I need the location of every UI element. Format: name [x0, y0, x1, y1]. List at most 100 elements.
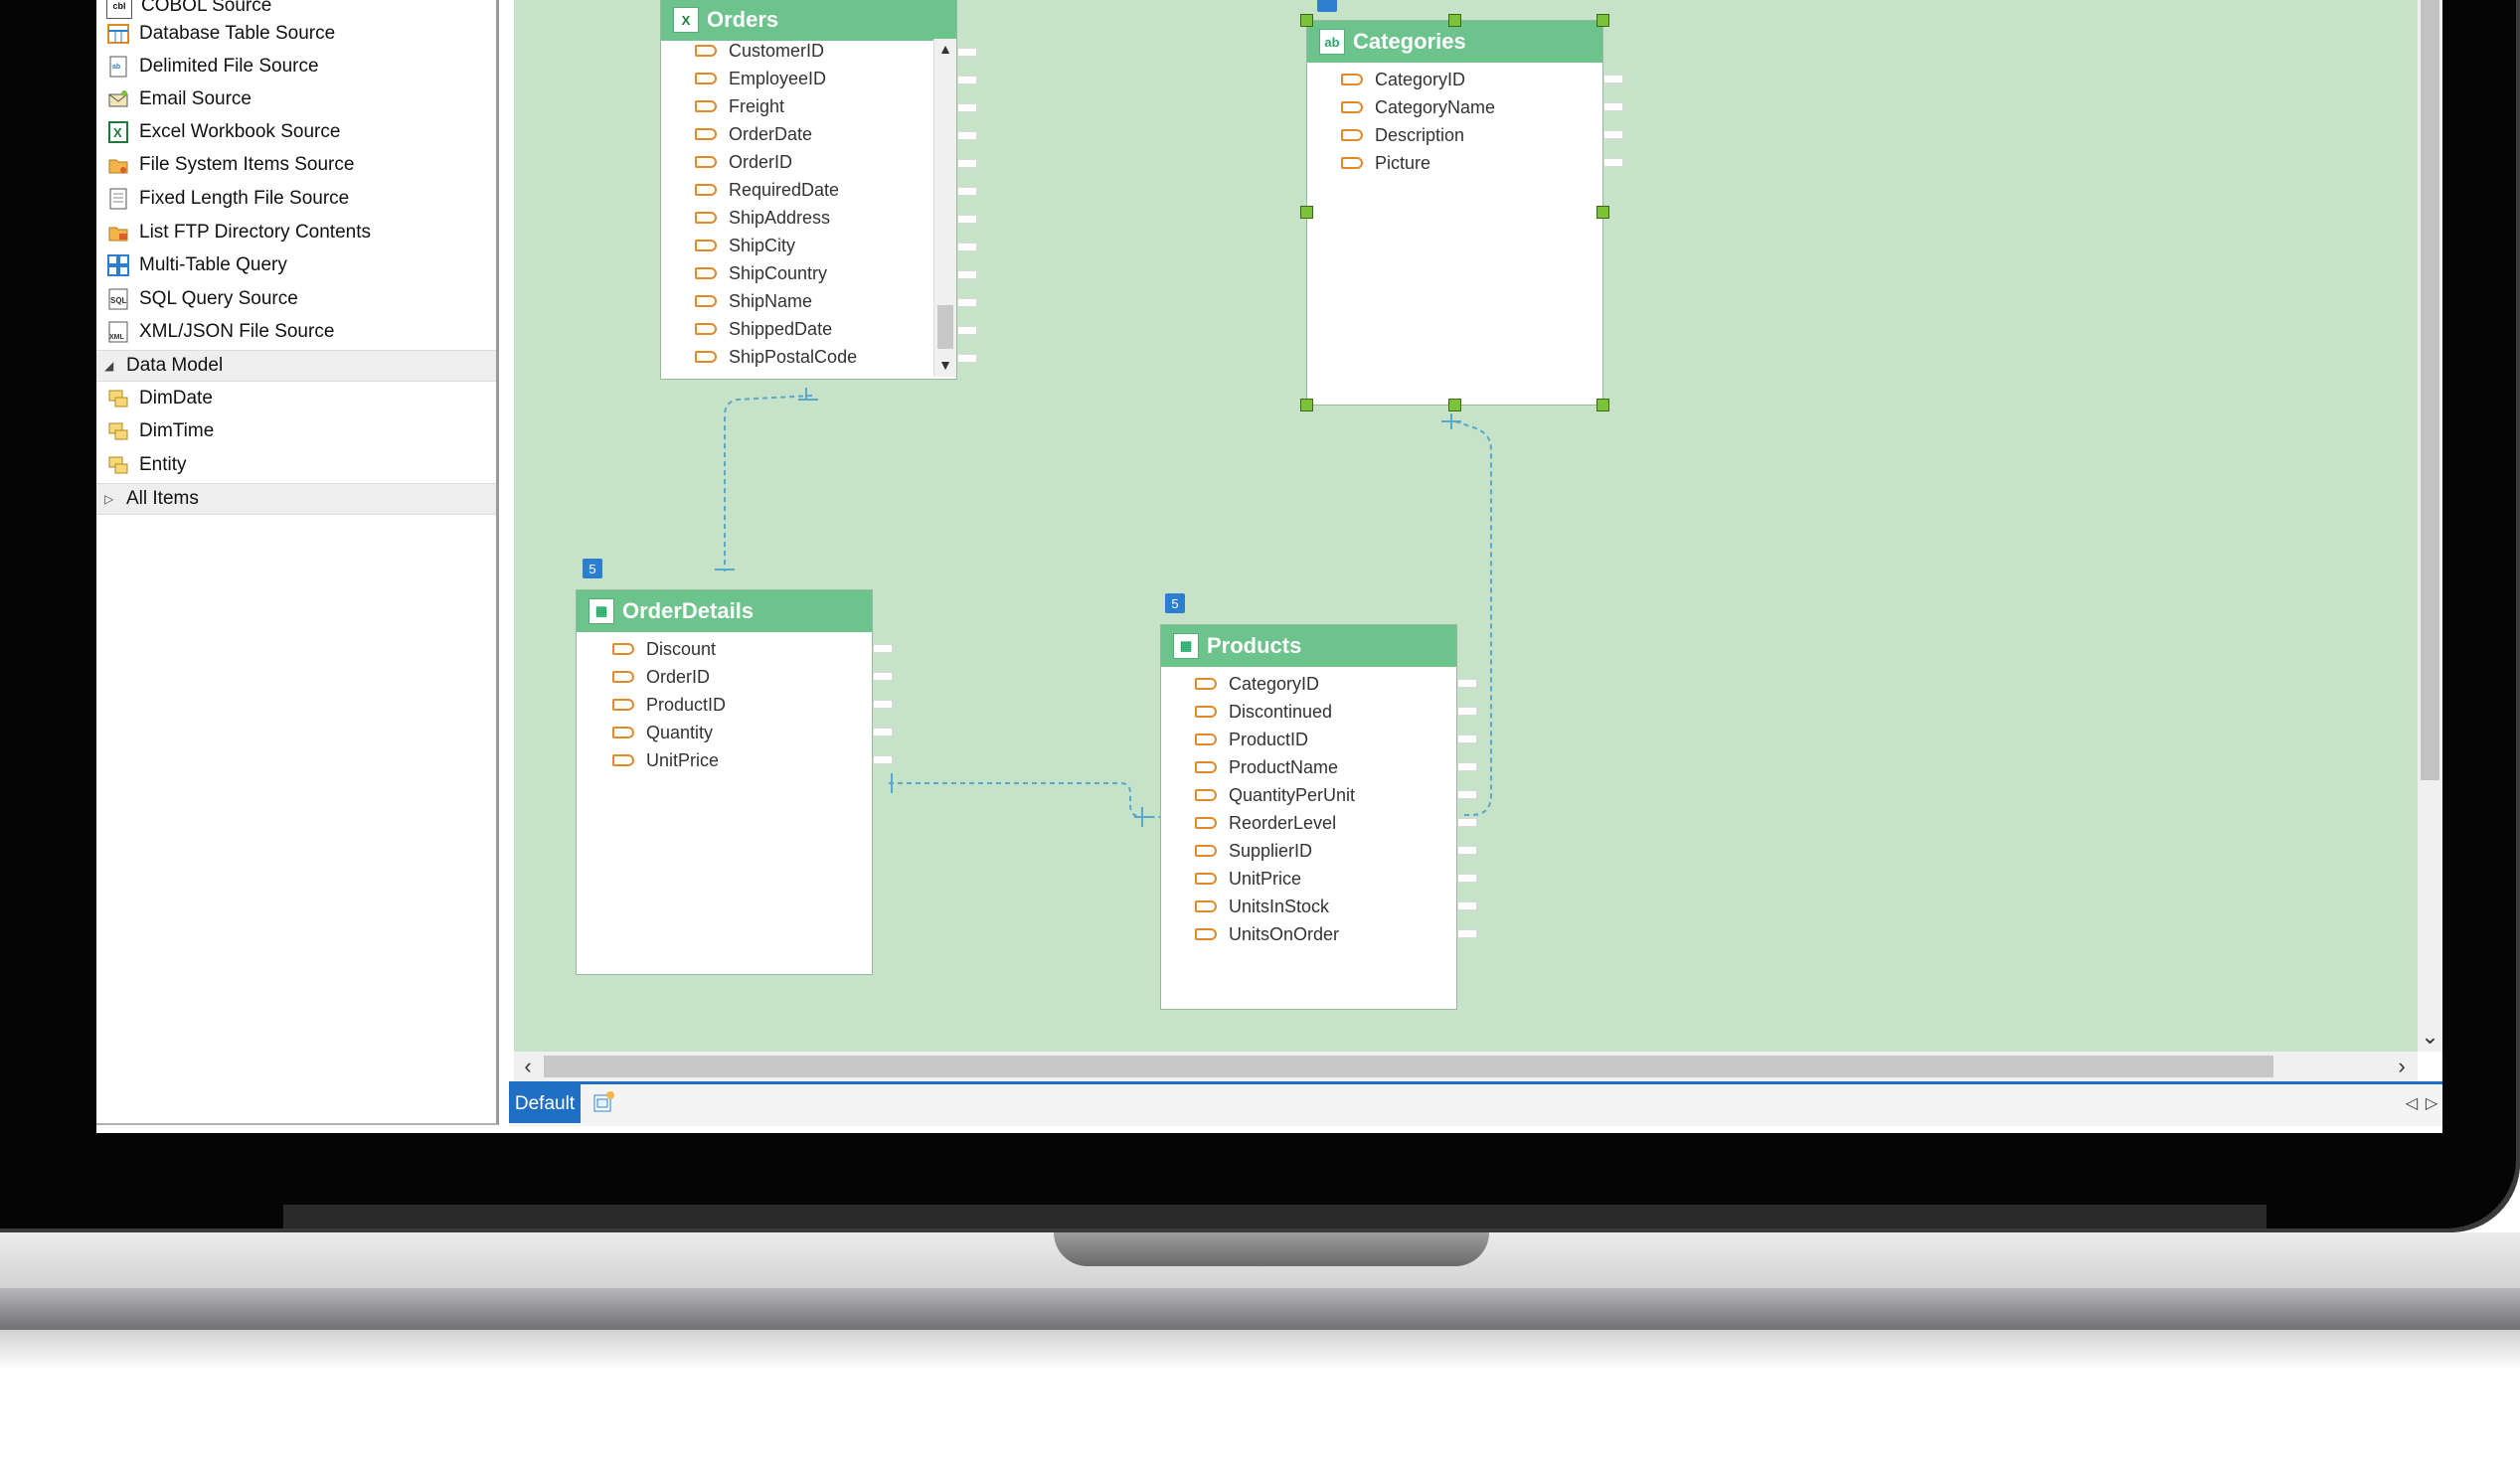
entity-field[interactable]: RequiredDate	[661, 176, 839, 204]
field-port[interactable]	[957, 48, 977, 57]
field-port[interactable]	[957, 270, 977, 279]
field-icon	[1195, 928, 1217, 940]
field-port[interactable]	[873, 672, 893, 681]
field-name: ShipName	[729, 290, 813, 311]
entity-header[interactable]: ab Categories	[1307, 21, 1602, 63]
entity-field[interactable]: CategoryID	[1161, 670, 1319, 698]
entity-field[interactable]: ShipCountry	[661, 259, 827, 287]
field-port[interactable]	[957, 131, 977, 140]
field-name: RequiredDate	[729, 179, 840, 200]
entity-field[interactable]: Quantity	[577, 719, 713, 746]
field-port[interactable]	[1457, 762, 1477, 771]
tab-scroll-left-icon[interactable]: ◁	[2403, 1089, 2421, 1117]
resize-handle[interactable]	[1596, 399, 1609, 411]
field-port[interactable]	[873, 728, 893, 736]
entity-field[interactable]: ProductID	[577, 691, 726, 719]
scroll-down-arrow-icon[interactable]: ▼	[934, 355, 956, 375]
entity-field[interactable]: UnitPrice	[1161, 865, 1301, 893]
scroll-left-chevron-icon[interactable]: ‹	[514, 1052, 542, 1081]
entity-header[interactable]: ▦ OrderDetails	[577, 590, 872, 632]
entity-field[interactable]: ReorderLevel	[1161, 809, 1336, 837]
field-port[interactable]	[957, 243, 977, 251]
entity-field[interactable]: UnitsInStock	[1161, 893, 1329, 920]
horizontal-scroll-thumb[interactable]	[544, 1056, 2273, 1077]
resize-handle[interactable]	[1448, 14, 1461, 27]
field-port[interactable]	[957, 326, 977, 335]
relation-categories-products	[1454, 420, 1492, 816]
field-port[interactable]	[1457, 790, 1477, 799]
add-diagram-icon[interactable]	[591, 1089, 617, 1115]
entity-field[interactable]: Picture	[1307, 149, 1430, 177]
field-port[interactable]	[873, 700, 893, 709]
tab-default[interactable]: Default	[509, 1084, 581, 1123]
field-icon	[695, 184, 717, 196]
field-port[interactable]	[873, 755, 893, 764]
field-port[interactable]	[1603, 102, 1623, 111]
resize-handle[interactable]	[1596, 206, 1609, 219]
entity-orderdetails[interactable]: ▦ OrderDetails Discount OrderID ProductI…	[576, 589, 873, 975]
entity-field[interactable]: CategoryName	[1307, 93, 1495, 121]
entity-field[interactable]: Discontinued	[1161, 698, 1332, 726]
field-port[interactable]	[1603, 130, 1623, 139]
entity-field[interactable]: OrderID	[661, 148, 792, 176]
resize-handle[interactable]	[1448, 399, 1461, 411]
entity-field[interactable]: CategoryID	[1307, 66, 1465, 93]
field-icon	[695, 156, 717, 168]
entity-products[interactable]: ▦ Products CategoryID Discontinued Produ…	[1160, 624, 1457, 1010]
entity-field[interactable]: ShippedDate	[661, 315, 832, 343]
entity-field[interactable]: ShipPostalCode	[661, 343, 857, 371]
entity-field[interactable]: Description	[1307, 121, 1464, 149]
field-port[interactable]	[957, 354, 977, 363]
field-port[interactable]	[1457, 707, 1477, 716]
entity-header[interactable]: X Orders	[661, 0, 956, 41]
scroll-up-arrow-icon[interactable]: ▲	[934, 39, 956, 59]
resize-handle[interactable]	[1300, 399, 1313, 411]
field-port[interactable]	[1457, 679, 1477, 688]
field-port[interactable]	[957, 298, 977, 307]
field-port[interactable]	[1457, 929, 1477, 938]
field-port[interactable]	[957, 215, 977, 224]
entity-scrollbar[interactable]: ▲ ▼	[933, 39, 956, 377]
scroll-thumb[interactable]	[937, 305, 953, 349]
entity-field[interactable]: QuantityPerUnit	[1161, 781, 1355, 809]
entity-field[interactable]: EmployeeID	[661, 65, 826, 92]
entity-field[interactable]: Discount	[577, 635, 716, 663]
entity-field[interactable]: ShipCity	[661, 232, 795, 259]
vertical-scroll-thumb[interactable]	[2421, 0, 2439, 780]
entity-orders[interactable]: X Orders CustomerID EmployeeID Freight O…	[660, 0, 957, 380]
field-port[interactable]	[1603, 75, 1623, 83]
entity-field[interactable]: ProductName	[1161, 753, 1338, 781]
field-port[interactable]	[1457, 735, 1477, 743]
resize-handle[interactable]	[1300, 206, 1313, 219]
entity-field[interactable]: ShipAddress	[661, 204, 830, 232]
entity-header[interactable]: ▦ Products	[1161, 625, 1456, 667]
entity-categories[interactable]: ab Categories CategoryID CategoryName De…	[1306, 20, 1603, 406]
field-name: CustomerID	[729, 40, 825, 61]
field-port[interactable]	[957, 187, 977, 196]
entity-field[interactable]: ProductID	[1161, 726, 1308, 753]
field-port[interactable]	[1457, 874, 1477, 883]
field-port[interactable]	[1457, 818, 1477, 827]
resize-handle[interactable]	[1300, 14, 1313, 27]
field-port[interactable]	[957, 159, 977, 168]
field-port[interactable]	[957, 76, 977, 84]
scroll-right-chevron-icon[interactable]: ›	[2388, 1052, 2416, 1081]
field-port[interactable]	[873, 644, 893, 653]
scroll-down-chevron-icon[interactable]: ⌄	[2418, 1024, 2442, 1050]
field-port[interactable]	[957, 103, 977, 112]
field-port[interactable]	[1457, 901, 1477, 910]
entity-field[interactable]: SupplierID	[1161, 837, 1312, 865]
entity-field[interactable]: OrderID	[577, 663, 710, 691]
entity-field[interactable]: OrderDate	[661, 120, 812, 148]
entity-field[interactable]: UnitsOnOrder	[1161, 920, 1339, 948]
resize-handle[interactable]	[1596, 14, 1609, 27]
entity-field[interactable]: CustomerID	[661, 37, 824, 65]
field-icon	[695, 73, 717, 84]
entity-field[interactable]: UnitPrice	[577, 746, 719, 774]
tab-scroll-right-icon[interactable]: ▷	[2423, 1089, 2440, 1117]
field-port[interactable]	[1457, 846, 1477, 855]
delimited-file-icon: ab	[1319, 29, 1345, 55]
field-port[interactable]	[1603, 158, 1623, 167]
entity-field[interactable]: ShipName	[661, 287, 812, 315]
entity-field[interactable]: Freight	[661, 92, 784, 120]
